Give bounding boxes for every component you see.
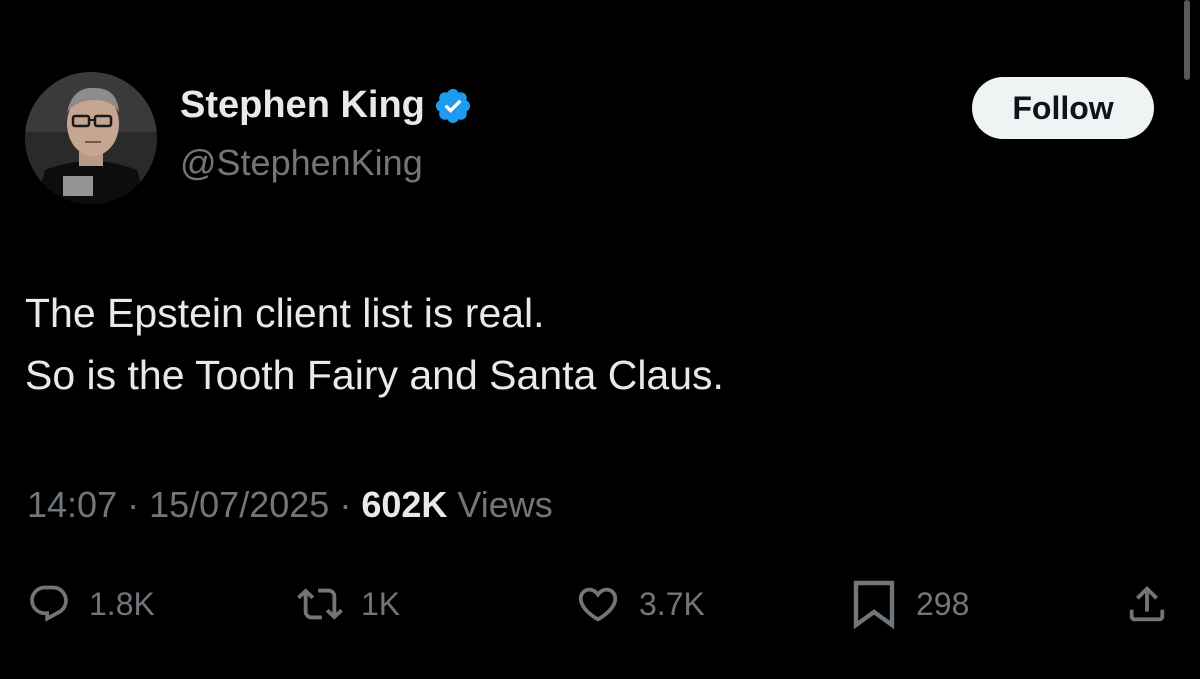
tweet-time[interactable]: 14:07 xyxy=(27,484,117,525)
meta-separator: · xyxy=(339,484,362,525)
avatar[interactable] xyxy=(25,72,157,204)
verified-badge-icon[interactable] xyxy=(433,86,473,126)
reply-count[interactable]: 1.8K xyxy=(89,586,155,623)
share-button[interactable] xyxy=(1124,578,1170,630)
reply-icon[interactable] xyxy=(27,582,71,626)
repost-button[interactable]: 1K xyxy=(297,578,400,630)
bookmark-icon[interactable] xyxy=(850,578,898,630)
avatar-image xyxy=(25,72,157,204)
reply-button[interactable]: 1.8K xyxy=(27,578,155,630)
repost-count[interactable]: 1K xyxy=(361,586,400,623)
tweet-text: The Epstein client list is real. So is t… xyxy=(25,282,724,406)
bookmark-button[interactable]: 298 xyxy=(850,578,969,630)
like-button[interactable]: 3.7K xyxy=(575,578,705,630)
like-count[interactable]: 3.7K xyxy=(639,586,705,623)
share-icon[interactable] xyxy=(1124,581,1170,627)
author-handle[interactable]: @StephenKing xyxy=(180,142,423,184)
author-name[interactable]: Stephen King xyxy=(180,84,425,127)
bookmark-count[interactable]: 298 xyxy=(916,586,969,623)
views-label[interactable]: Views xyxy=(457,484,552,525)
scrollbar[interactable] xyxy=(1184,0,1190,80)
tweet-date[interactable]: 15/07/2025 xyxy=(149,484,329,525)
tweet-card: Stephen King @StephenKing Follow The Eps… xyxy=(0,0,1200,679)
action-bar: 1.8K 1K 3.7K 298 xyxy=(0,578,1200,630)
meta-separator: · xyxy=(127,484,150,525)
repost-icon[interactable] xyxy=(297,581,343,627)
tweet-text-line-2: So is the Tooth Fairy and Santa Claus. xyxy=(25,352,724,398)
views-count[interactable]: 602K xyxy=(361,484,457,525)
heart-icon[interactable] xyxy=(575,581,621,627)
follow-button[interactable]: Follow xyxy=(972,77,1154,139)
tweet-text-line-1: The Epstein client list is real. xyxy=(25,290,545,336)
author-name-row[interactable]: Stephen King xyxy=(180,84,473,127)
tweet-meta: 14:07 · 15/07/2025 · 602K Views xyxy=(27,484,553,526)
